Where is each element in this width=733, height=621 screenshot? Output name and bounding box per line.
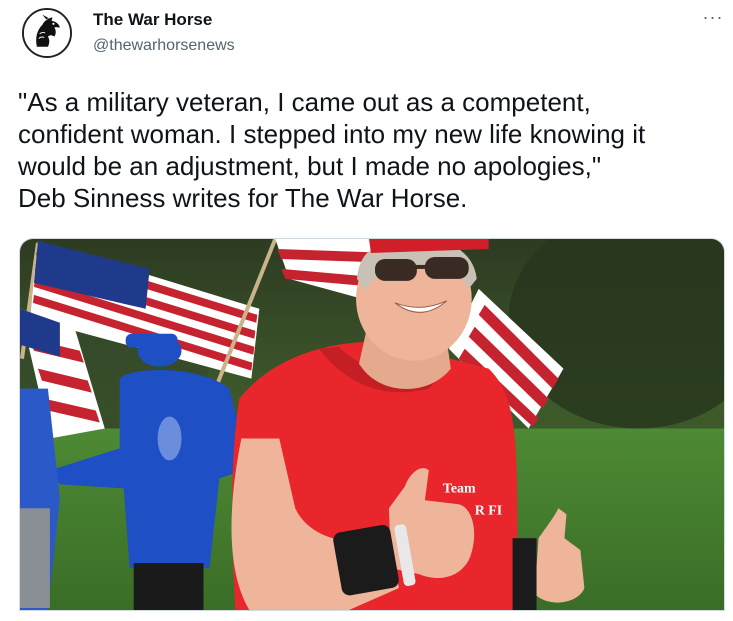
- shirt-text-rfi: R FI: [475, 503, 503, 518]
- photo-illustration: Team R FI: [20, 239, 724, 610]
- tweet-line: confident woman. I stepped into my new l…: [18, 119, 646, 149]
- war-horse-logo-icon: [24, 10, 70, 56]
- shirt-text-team: Team: [443, 481, 476, 496]
- author-handle[interactable]: @thewarhorsenews: [93, 36, 235, 56]
- author-avatar[interactable]: [22, 8, 72, 58]
- tweet-card: The War Horse @thewarhorsenews ··· "As a…: [0, 0, 733, 621]
- tweet-line: would be an adjustment, but I made no ap…: [18, 151, 602, 181]
- author-name[interactable]: The War Horse: [93, 10, 212, 30]
- more-options-icon[interactable]: ···: [699, 6, 727, 30]
- tweet-line: Deb Sinness writes for The War Horse.: [18, 183, 468, 213]
- photo-bottom-border: [19, 610, 725, 611]
- tweet-photo[interactable]: Team R FI: [19, 238, 725, 610]
- tweet-text: "As a military veteran, I came out as a …: [18, 86, 728, 214]
- tweet-line: "As a military veteran, I came out as a …: [18, 87, 591, 117]
